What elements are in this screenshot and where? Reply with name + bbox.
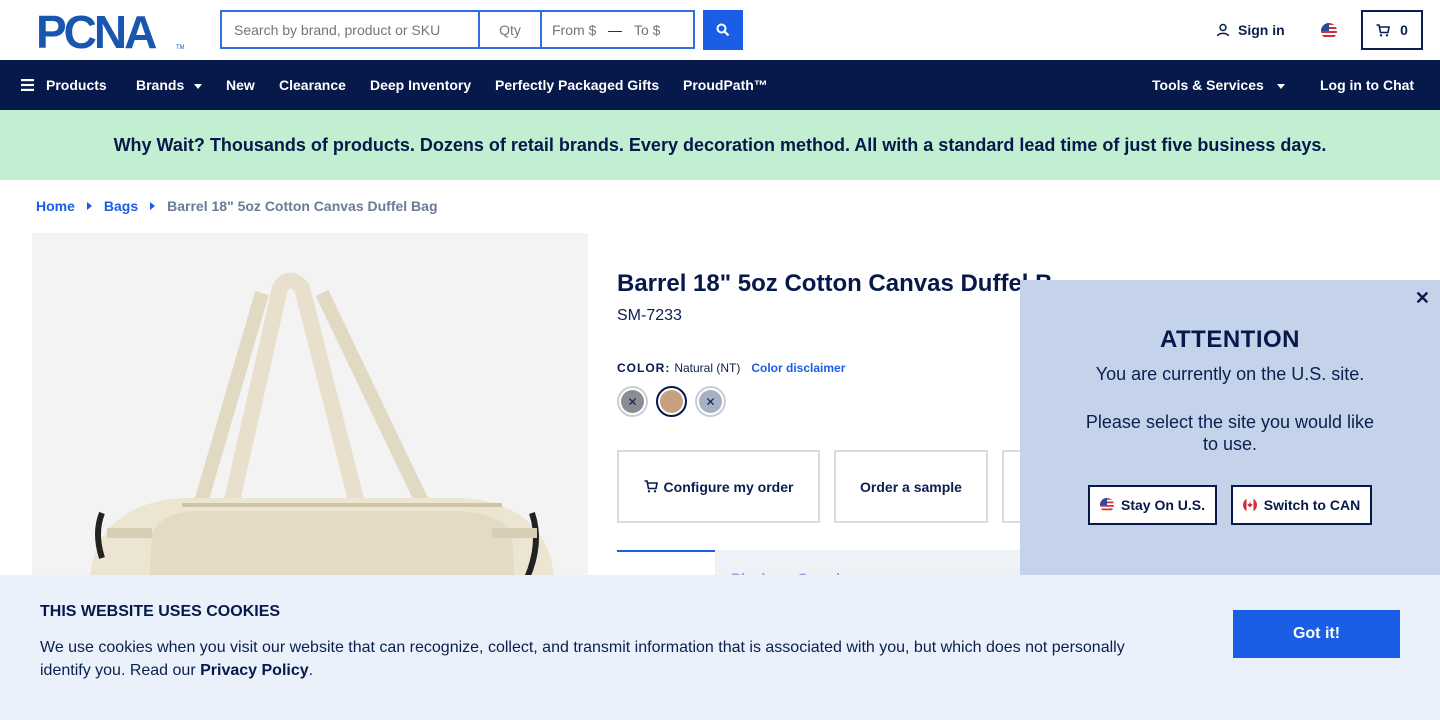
stay-us-label: Stay On U.S.	[1120, 497, 1206, 513]
nav-deep-inventory[interactable]: Deep Inventory	[370, 60, 471, 110]
nav-new[interactable]: New	[226, 60, 255, 110]
promo-banner: Why Wait? Thousands of products. Dozens …	[0, 110, 1440, 180]
nav-tools-services[interactable]: Tools & Services	[1152, 60, 1285, 110]
color-swatch-fill: ✕	[621, 390, 644, 413]
sign-in-link[interactable]: Sign in	[1216, 22, 1285, 38]
product-sku: SM-7233	[617, 307, 682, 324]
cookie-title: THIS WEBSITE USES COOKIES	[40, 603, 281, 620]
site-select-modal: ✕ ATTENTION You are currently on the U.S…	[1020, 280, 1440, 576]
nav-proudpath[interactable]: ProudPath™	[683, 60, 768, 110]
color-disclaimer-link[interactable]: Color disclaimer	[751, 361, 845, 375]
search-input[interactable]	[220, 10, 478, 49]
nav-clearance[interactable]: Clearance	[279, 60, 346, 110]
attention-current-site: You are currently on the U.S. site.	[1095, 364, 1365, 384]
color-row: COLOR: Natural (NT) Color disclaimer	[617, 361, 845, 375]
nav-brands-label: Brands	[136, 77, 185, 93]
main-nav: Products Brands New Clearance Deep Inven…	[0, 60, 1440, 110]
switch-can-button[interactable]: Switch to CAN	[1231, 485, 1372, 525]
order-sample-button[interactable]: Order a sample	[834, 450, 988, 523]
nav-products[interactable]: Products	[21, 60, 107, 110]
search-button[interactable]	[703, 10, 743, 50]
privacy-policy-link[interactable]: Privacy Policy	[200, 662, 309, 679]
breadcrumb-bags[interactable]: Bags	[104, 198, 138, 214]
attention-title: ATTENTION	[1159, 326, 1301, 353]
price-to-input[interactable]	[634, 21, 686, 38]
sign-in-label: Sign in	[1238, 22, 1285, 38]
cart-icon	[644, 480, 658, 493]
price-range: —	[540, 10, 695, 49]
nav-proudpath-label: ProudPath™	[683, 77, 768, 93]
svg-text:PCNA: PCNA	[36, 12, 156, 50]
cookie-banner: THIS WEBSITE USES COOKIES We use cookies…	[0, 575, 1440, 720]
search-bar: —	[220, 10, 695, 50]
breadcrumb: Home Bags Barrel 18" 5oz Cotton Canvas D…	[36, 198, 438, 214]
unavailable-x-icon: ✕	[627, 394, 638, 409]
color-value: Natural (NT)	[674, 361, 741, 375]
product-title: Barrel 18" 5oz Cotton Canvas Duffel B	[617, 270, 1053, 297]
color-label: COLOR:	[617, 361, 671, 375]
configure-order-button[interactable]: Configure my order	[617, 450, 820, 523]
switch-can-label: Switch to CAN	[1263, 497, 1361, 513]
search-icon	[716, 23, 730, 37]
cart-count: 0	[1400, 22, 1408, 38]
pcna-logo[interactable]: PCNA TM	[36, 6, 185, 58]
cookie-accept-button[interactable]: Got it!	[1233, 610, 1400, 658]
color-swatches: ✕ ✕	[617, 386, 726, 417]
stay-us-button[interactable]: Stay On U.S.	[1088, 485, 1217, 525]
cookie-text-suffix: .	[308, 662, 314, 679]
qty-input[interactable]	[478, 10, 540, 49]
unavailable-x-icon: ✕	[705, 394, 716, 409]
caret-down-icon	[1276, 83, 1285, 89]
color-swatch-fill: ✕	[699, 390, 722, 413]
us-flag-icon[interactable]	[1321, 23, 1337, 39]
close-icon[interactable]: ✕	[1415, 288, 1430, 309]
promo-text: Why Wait? Thousands of products. Dozens …	[113, 134, 1327, 155]
nav-brands[interactable]: Brands	[136, 60, 203, 110]
nav-clearance-label: Clearance	[279, 77, 346, 93]
nav-chat-label: Log in to Chat	[1320, 77, 1415, 93]
color-swatch[interactable]: ✕	[617, 386, 648, 417]
breadcrumb-home[interactable]: Home	[36, 198, 75, 214]
attention-instructions: Please select the site you would like to…	[1085, 412, 1375, 454]
nav-new-label: New	[226, 77, 255, 93]
us-flag-icon	[1099, 498, 1114, 512]
order-sample-label: Order a sample	[860, 478, 962, 495]
hamburger-icon	[21, 79, 34, 91]
price-range-dash: —	[608, 21, 622, 38]
color-swatch-fill	[660, 390, 683, 413]
user-icon	[1216, 23, 1230, 37]
color-swatch[interactable]: ✕	[695, 386, 726, 417]
color-swatch-selected[interactable]	[656, 386, 687, 417]
site-header: PCNA TM — Sign in	[0, 0, 1440, 60]
canada-flag-icon	[1242, 498, 1257, 512]
nav-chat-login[interactable]: Log in to Chat	[1320, 60, 1414, 110]
price-from-input[interactable]	[552, 21, 604, 38]
nav-tools-label: Tools & Services	[1152, 77, 1264, 93]
nav-gifts-label: Perfectly Packaged Gifts	[495, 77, 660, 93]
cart-button[interactable]: 0	[1361, 10, 1423, 50]
configure-order-label: Configure my order	[663, 478, 794, 495]
nav-perfectly-packaged-gifts[interactable]: Perfectly Packaged Gifts	[495, 60, 659, 110]
cookie-text-block: We use cookies when you visit our websit…	[40, 636, 1150, 682]
caret-down-icon	[194, 83, 203, 89]
cart-icon	[1376, 23, 1391, 36]
nav-products-label: Products	[46, 77, 107, 93]
nav-deep-inventory-label: Deep Inventory	[370, 77, 472, 93]
svg-text:TM: TM	[176, 45, 184, 50]
caret-right-icon	[86, 202, 92, 210]
breadcrumb-current: Barrel 18" 5oz Cotton Canvas Duffel Bag	[167, 198, 438, 214]
caret-right-icon	[150, 202, 156, 210]
